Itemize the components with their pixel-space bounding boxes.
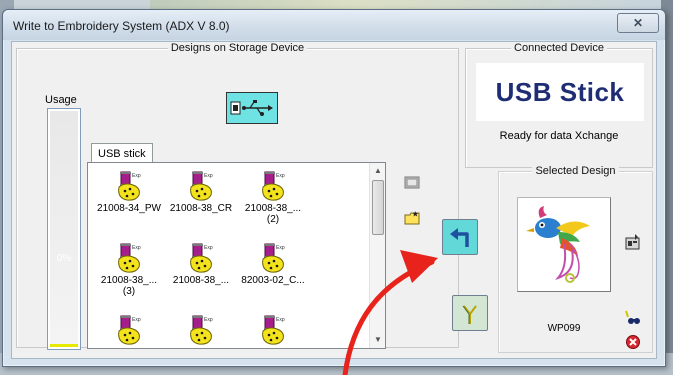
delete-file-button[interactable] <box>402 172 422 192</box>
file-item[interactable]: Exp 21008-38_... <box>164 243 238 286</box>
svg-text:Exp: Exp <box>132 245 141 251</box>
svg-text:Exp: Exp <box>276 317 285 323</box>
file-name-suffix: (3) <box>122 286 136 297</box>
embroidery-file-icon: Exp <box>262 243 285 273</box>
embroidery-file-icon: Exp <box>118 171 141 201</box>
svg-text:Exp: Exp <box>276 245 285 251</box>
svg-text:Exp: Exp <box>204 245 213 251</box>
usage-label: Usage <box>45 94 77 106</box>
file-item[interactable]: Exp 21008-38_... (3) <box>92 243 166 297</box>
binoculars-icon <box>625 310 640 324</box>
embroidery-file-icon: Exp <box>118 315 141 345</box>
arrow-back-up-icon <box>450 228 469 247</box>
file-list-scrollbar[interactable]: ▲ ▼ <box>369 163 385 348</box>
fork-icon <box>462 305 477 324</box>
connected-device-name: USB Stick <box>476 63 644 121</box>
new-folder-icon <box>404 211 420 225</box>
storage-group-title: Designs on Storage Device <box>167 42 308 54</box>
file-list: Exp 21008-34_PW Exp 21008-38_CR Exp 21008-38_… <box>87 162 386 349</box>
write-to-machine-button[interactable] <box>442 219 478 255</box>
file-name: 21008-34_PW <box>97 203 161 214</box>
folder-delete-icon <box>404 176 420 189</box>
find-design-button[interactable] <box>623 308 643 328</box>
embroidery-file-icon: Exp <box>190 243 213 273</box>
dialog-client-area: Designs on Storage Device Usage 0% USB s… <box>11 41 657 359</box>
usage-bar: 0% <box>47 108 81 350</box>
connected-device-group: Connected Device USB Stick Ready for dat… <box>465 42 653 168</box>
selected-group-title: Selected Design <box>532 165 619 177</box>
design-info-button[interactable] <box>623 232 643 252</box>
file-item[interactable]: Exp <box>236 315 310 347</box>
scroll-down-icon[interactable]: ▼ <box>370 332 386 348</box>
embroidery-file-icon: Exp <box>262 315 285 345</box>
properties-icon <box>625 234 640 250</box>
file-item[interactable]: Exp <box>164 315 238 347</box>
design-preview[interactable] <box>517 197 611 292</box>
svg-text:Exp: Exp <box>204 317 213 323</box>
file-name: 82003-02_C... <box>241 275 305 286</box>
file-item[interactable]: Exp 82003-02_C... <box>236 243 310 286</box>
selected-design-name: WP099 <box>547 323 581 334</box>
embroidery-file-icon: Exp <box>190 171 213 201</box>
scroll-up-icon[interactable]: ▲ <box>370 163 386 179</box>
new-folder-button[interactable] <box>402 208 422 228</box>
file-name-suffix: (2) <box>266 214 280 225</box>
file-name: 21008-38_... <box>172 275 230 286</box>
file-item[interactable]: Exp 21008-38_CR <box>164 171 238 214</box>
file-name: 21008-38_... <box>100 275 158 286</box>
clear-selection-button[interactable] <box>623 332 643 352</box>
title-bar[interactable]: Write to Embroidery System (ADX V 8.0) ✕ <box>3 10 665 40</box>
file-name: 21008-38_... <box>244 203 302 214</box>
svg-text:Exp: Exp <box>276 173 285 179</box>
scroll-thumb[interactable] <box>372 180 384 235</box>
usage-fill <box>50 344 78 347</box>
window-title: Write to Embroidery System (ADX V 8.0) <box>13 19 230 33</box>
svg-text:Exp: Exp <box>132 173 141 179</box>
file-item[interactable]: Exp <box>92 315 166 347</box>
svg-text:Exp: Exp <box>132 317 141 323</box>
embroidery-file-icon: Exp <box>262 171 285 201</box>
close-button[interactable]: ✕ <box>617 13 659 33</box>
usage-track <box>50 111 78 347</box>
write-dialog: Write to Embroidery System (ADX V 8.0) ✕… <box>2 9 666 367</box>
connected-group-title: Connected Device <box>511 42 607 54</box>
file-item[interactable]: Exp 21008-34_PW <box>92 171 166 214</box>
bird-design-image <box>526 206 590 283</box>
close-circle-icon <box>626 335 640 349</box>
embroidery-file-icon: Exp <box>118 243 141 273</box>
file-item[interactable]: Exp 21008-38_... (2) <box>236 171 310 225</box>
tab-usb-stick[interactable]: USB stick <box>91 143 153 163</box>
svg-text:Exp: Exp <box>204 173 213 179</box>
file-name: 21008-38_CR <box>169 203 233 214</box>
split-design-button[interactable] <box>452 295 488 331</box>
close-icon: ✕ <box>632 16 644 30</box>
usb-device-button[interactable] <box>226 92 278 124</box>
usage-percent: 0% <box>56 253 72 264</box>
usb-device-icon <box>230 100 273 116</box>
device-status: Ready for data Xchange <box>499 130 619 142</box>
embroidery-file-icon: Exp <box>190 315 213 345</box>
